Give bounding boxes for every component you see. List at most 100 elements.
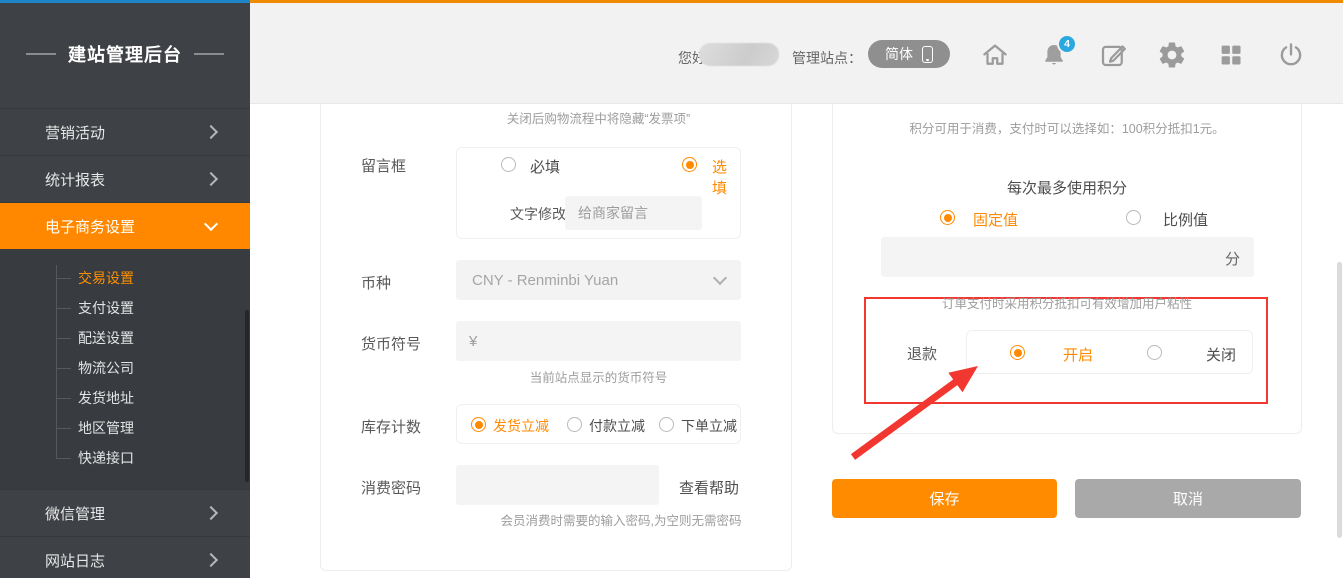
refund-group: 开启 关闭: [966, 330, 1253, 374]
page-scrollbar[interactable]: [1337, 262, 1342, 538]
pay-password-note: 会员消费时需要的输入密码,为空则无需密码: [456, 510, 786, 529]
radio-order-deduct[interactable]: [659, 417, 674, 432]
sidebar-item-label: 微信管理: [45, 503, 105, 524]
language-switch[interactable]: 简体: [868, 40, 950, 68]
chevron-down-icon: [204, 217, 218, 231]
chevron-right-icon: [204, 506, 218, 520]
radio-ratio-value[interactable]: [1126, 210, 1141, 225]
app-title-text: 建站管理后台: [68, 41, 182, 67]
radio-refund-off-label[interactable]: 关闭: [1206, 344, 1236, 365]
sidebar-item-label: 电子商务设置: [45, 216, 135, 237]
pay-password-label: 消费密码: [361, 477, 421, 498]
subitem-label: 物流公司: [78, 360, 134, 376]
notifications-button[interactable]: 4: [1039, 40, 1069, 70]
power-icon: [1276, 40, 1306, 70]
title-dash-left: [26, 53, 56, 55]
settings-button[interactable]: [1157, 40, 1187, 70]
sidebar-subitem-logistics-company[interactable]: 物流公司: [0, 353, 250, 383]
sidebar-nav: 营销活动 统计报表 电子商务设置 交易设置 支付设置 配送设置 物流公司 发货地…: [0, 108, 250, 583]
content-area: 关闭后购物流程中将隐藏“发票项” 留言框 必填 选填 文字修改 币种 CNY -…: [250, 103, 1343, 578]
radio-ship-deduct-label[interactable]: 发货立减: [493, 416, 549, 436]
radio-refund-on[interactable]: [1010, 345, 1025, 360]
points-note: 积分可用于消费，支付时可以选择如：100积分抵扣1元。: [833, 118, 1301, 137]
chevron-right-icon: [204, 125, 218, 139]
radio-pay-deduct[interactable]: [567, 417, 582, 432]
sidebar-item-label: 统计报表: [45, 169, 105, 190]
radio-fixed-value[interactable]: [940, 210, 955, 225]
subitem-label: 交易设置: [78, 270, 134, 286]
sidebar-item-label: 网站日志: [45, 550, 105, 571]
stock-count-group: 发货立减 付款立减 下单立减: [456, 404, 741, 444]
radio-ship-deduct[interactable]: [471, 417, 486, 432]
message-box-group: 必填 选填 文字修改: [456, 147, 741, 239]
radio-optional[interactable]: [682, 157, 697, 172]
trade-settings-card: 关闭后购物流程中将隐藏“发票项” 留言框 必填 选填 文字修改 币种 CNY -…: [320, 103, 792, 571]
radio-required-label[interactable]: 必填: [530, 156, 560, 177]
pay-password-input[interactable]: [456, 465, 659, 505]
view-help-link[interactable]: 查看帮助: [679, 477, 739, 498]
radio-ratio-value-label[interactable]: 比例值: [1163, 209, 1208, 230]
sidebar-item-label: 营销活动: [45, 122, 105, 143]
save-button[interactable]: 保存: [832, 479, 1057, 518]
points-unit: 分: [1225, 248, 1240, 269]
radio-refund-off[interactable]: [1147, 345, 1162, 360]
sidebar-item-reports[interactable]: 统计报表: [0, 155, 250, 202]
mobile-preview-icon: [922, 46, 933, 63]
title-dash-right: [194, 53, 224, 55]
sidebar-subitem-trade-settings[interactable]: 交易设置: [0, 263, 250, 293]
points-settings-card: 积分可用于消费，支付时可以选择如：100积分抵扣1元。 每次最多使用积分 固定值…: [832, 103, 1302, 434]
language-label: 简体: [885, 44, 913, 64]
sidebar-subitem-region-management[interactable]: 地区管理: [0, 413, 250, 443]
subitem-label: 地区管理: [78, 420, 134, 436]
chevron-down-icon: [713, 271, 727, 285]
max-points-input[interactable]: [881, 237, 1254, 277]
managed-site-label: 管理站点：: [792, 48, 862, 68]
top-accent-blue: [0, 0, 250, 3]
top-accent-orange: [250, 0, 1343, 3]
sidebar-subitem-delivery-settings[interactable]: 配送设置: [0, 323, 250, 353]
subitem-label: 快递接口: [78, 450, 134, 466]
radio-order-deduct-label[interactable]: 下单立减: [681, 416, 737, 436]
sidebar-subitem-express-api[interactable]: 快递接口: [0, 443, 250, 473]
sidebar-item-wechat[interactable]: 微信管理: [0, 489, 250, 536]
sidebar-subitem-payment-settings[interactable]: 支付设置: [0, 293, 250, 323]
home-button[interactable]: [980, 40, 1010, 70]
radio-fixed-value-label[interactable]: 固定值: [973, 209, 1018, 230]
radio-required[interactable]: [501, 157, 516, 172]
sidebar-scrollbar[interactable]: [245, 310, 249, 482]
currency-symbol-input[interactable]: [456, 321, 741, 361]
chevron-right-icon: [204, 172, 218, 186]
subitem-label: 发货地址: [78, 390, 134, 406]
currency-symbol-label: 货币符号: [361, 333, 421, 354]
top-bar: 您好 管理站点： 简体 4: [250, 3, 1343, 104]
notification-badge: 4: [1057, 34, 1077, 54]
max-points-label: 每次最多使用积分: [833, 177, 1301, 198]
currency-select[interactable]: CNY - Renminbi Yuan: [456, 260, 741, 300]
sidebar-item-ecommerce-settings[interactable]: 电子商务设置: [0, 202, 250, 249]
home-icon: [980, 40, 1010, 70]
radio-refund-on-label[interactable]: 开启: [1063, 344, 1093, 365]
sidebar-subitem-shipping-address[interactable]: 发货地址: [0, 383, 250, 413]
stock-count-label: 库存计数: [361, 416, 421, 437]
sidebar-submenu: 交易设置 支付设置 配送设置 物流公司 发货地址 地区管理 快递接口: [0, 249, 250, 489]
edit-icon: [1098, 40, 1128, 70]
radio-optional-label[interactable]: 选填: [712, 156, 740, 198]
logout-button[interactable]: [1276, 40, 1306, 70]
apps-button[interactable]: [1216, 40, 1246, 70]
admin-page: { "colors":{"accent_orange":"#ff8800","a…: [0, 0, 1343, 578]
sidebar-item-site-logs[interactable]: 网站日志: [0, 536, 250, 583]
currency-label: 币种: [361, 272, 391, 293]
invoice-note: 关闭后购物流程中将隐藏“发票项”: [456, 108, 741, 127]
message-box-label: 留言框: [361, 155, 406, 176]
compose-button[interactable]: [1098, 40, 1128, 70]
currency-select-value: CNY - Renminbi Yuan: [472, 272, 618, 289]
radio-pay-deduct-label[interactable]: 付款立减: [589, 416, 645, 436]
cancel-button[interactable]: 取消: [1075, 479, 1301, 518]
subitem-label: 配送设置: [78, 330, 134, 346]
text-edit-label: 文字修改: [510, 204, 566, 224]
message-text-input[interactable]: [565, 196, 702, 230]
sidebar-item-marketing[interactable]: 营销活动: [0, 108, 250, 155]
refund-note: 订单支付时采用积分抵扣可有效增加用户粘性: [833, 293, 1301, 312]
refund-label: 退款: [907, 343, 937, 364]
chevron-right-icon: [204, 553, 218, 567]
